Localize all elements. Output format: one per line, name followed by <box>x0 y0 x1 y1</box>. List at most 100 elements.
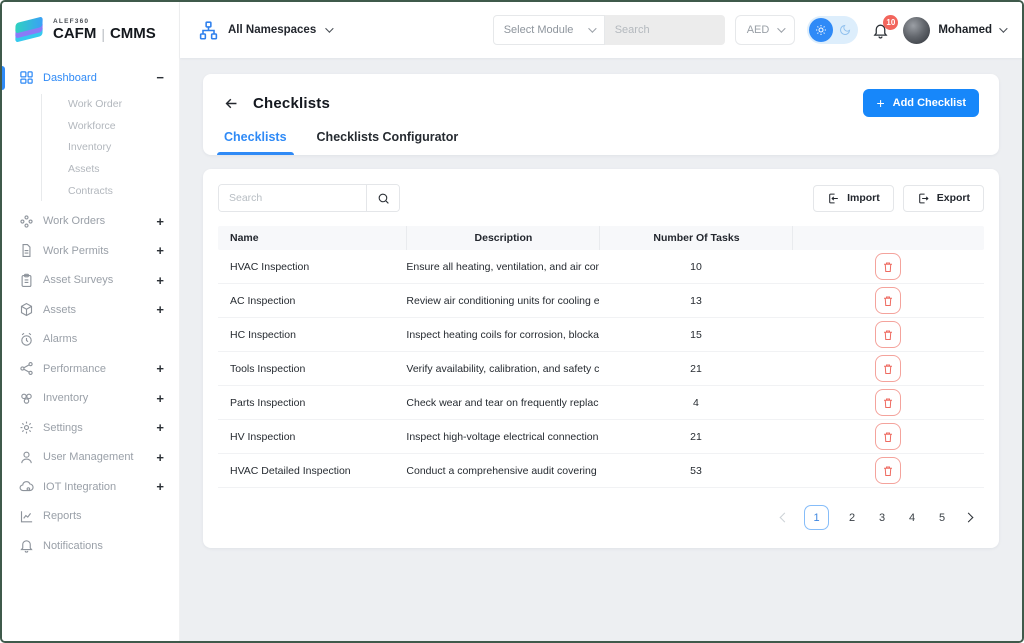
column-header-actions <box>792 226 984 250</box>
delete-button[interactable] <box>875 423 901 450</box>
sidebar-item-label: IOT Integration <box>43 481 156 493</box>
page-number-3[interactable]: 3 <box>875 512 889 524</box>
expand-icon[interactable]: + <box>156 450 164 465</box>
sidebar-item-inventory[interactable]: Inventory + <box>2 383 179 413</box>
app-window: ALEF360 CAFM | CMMS Dashboard − Work Ord… <box>0 0 1024 643</box>
table-body: HVAC InspectionEnsure all heating, venti… <box>218 250 984 488</box>
user-name: Mohamed <box>938 24 992 36</box>
sidebar-item-assets[interactable]: Assets + <box>2 295 179 325</box>
chevron-down-icon <box>325 24 333 32</box>
table-toolbar: Import Export <box>218 184 984 212</box>
sidebar-item-settings[interactable]: Settings + <box>2 413 179 443</box>
sidebar-item-dashboard[interactable]: Dashboard − <box>2 63 179 93</box>
notification-count-badge: 10 <box>883 15 898 30</box>
expand-icon[interactable]: + <box>156 273 164 288</box>
dashboard-submenu: Work Order Workforce Inventory Assets Co… <box>41 94 179 202</box>
sidebar-subitem-inventory[interactable]: Inventory <box>42 137 179 159</box>
sidebar-item-asset-surveys[interactable]: Asset Surveys + <box>2 265 179 295</box>
cell-number-of-tasks: 10 <box>599 261 792 273</box>
sidebar-subitem-assets[interactable]: Assets <box>42 158 179 180</box>
assets-icon <box>18 302 34 318</box>
sidebar-item-reports[interactable]: Reports <box>2 501 179 531</box>
page-number-5[interactable]: 5 <box>935 512 949 524</box>
expand-icon[interactable]: + <box>156 361 164 376</box>
back-button[interactable] <box>223 95 240 112</box>
brand-divider: | <box>101 26 105 42</box>
delete-button[interactable] <box>875 389 901 416</box>
cell-actions <box>792 355 984 382</box>
delete-button[interactable] <box>875 253 901 280</box>
expand-icon[interactable]: + <box>156 479 164 494</box>
table-row[interactable]: AC InspectionReview air conditioning uni… <box>218 284 984 318</box>
delete-button[interactable] <box>875 321 901 348</box>
brand-logo[interactable]: ALEF360 CAFM | CMMS <box>2 2 179 58</box>
user-menu[interactable]: Mohamed <box>938 24 1005 36</box>
search-button[interactable] <box>366 185 399 211</box>
tab-checklists[interactable]: Checklists <box>224 130 287 155</box>
table-search-input[interactable] <box>219 185 366 211</box>
delete-button[interactable] <box>875 287 901 314</box>
cell-actions <box>792 287 984 314</box>
table-row[interactable]: Parts InspectionCheck wear and tear on f… <box>218 386 984 420</box>
sidebar-item-label: User Management <box>43 451 156 463</box>
tab-checklists-configurator[interactable]: Checklists Configurator <box>317 130 459 155</box>
cell-description: Verify availability, calibration, and sa… <box>406 363 599 375</box>
page-number-2[interactable]: 2 <box>845 512 859 524</box>
delete-button[interactable] <box>875 457 901 484</box>
table-row[interactable]: HC InspectionInspect heating coils for c… <box>218 318 984 352</box>
user-icon <box>18 449 34 465</box>
global-search-input[interactable] <box>605 15 725 45</box>
cell-actions <box>792 253 984 280</box>
next-page-button[interactable] <box>965 514 972 521</box>
sidebar-subitem-contracts[interactable]: Contracts <box>42 180 179 202</box>
work-permits-icon <box>18 243 34 259</box>
sidebar-item-label: Assets <box>43 304 156 316</box>
sidebar-item-notifications[interactable]: Notifications <box>2 531 179 561</box>
sidebar-item-iot-integration[interactable]: IOT Integration + <box>2 472 179 502</box>
collapse-icon[interactable]: − <box>156 70 164 85</box>
column-header-number-of-tasks: Number Of Tasks <box>599 226 792 250</box>
sidebar-item-work-orders[interactable]: Work Orders + <box>2 206 179 236</box>
expand-icon[interactable]: + <box>156 214 164 229</box>
dark-mode-button[interactable] <box>834 19 856 41</box>
module-select[interactable]: Select Module <box>493 15 605 45</box>
table-row[interactable]: HVAC Detailed InspectionConduct a compre… <box>218 454 984 488</box>
currency-select[interactable]: AED <box>735 15 796 45</box>
sidebar-subitem-work-order[interactable]: Work Order <box>42 94 179 116</box>
table-row[interactable]: HV InspectionInspect high-voltage electr… <box>218 420 984 454</box>
sidebar-item-label: Work Permits <box>43 245 156 257</box>
brand-cafm: CAFM <box>53 25 96 42</box>
cell-number-of-tasks: 13 <box>599 295 792 307</box>
light-mode-button[interactable] <box>809 18 833 42</box>
export-button[interactable]: Export <box>903 185 984 212</box>
trash-icon <box>882 465 894 477</box>
brand-text: ALEF360 CAFM | CMMS <box>53 18 156 42</box>
sidebar-item-performance[interactable]: Performance + <box>2 354 179 384</box>
sidebar-item-alarms[interactable]: Alarms <box>2 324 179 354</box>
previous-page-button[interactable] <box>781 514 788 521</box>
import-button[interactable]: Import <box>813 185 894 212</box>
table-row[interactable]: HVAC InspectionEnsure all heating, venti… <box>218 250 984 284</box>
page-number-4[interactable]: 4 <box>905 512 919 524</box>
expand-icon[interactable]: + <box>156 302 164 317</box>
expand-icon[interactable]: + <box>156 391 164 406</box>
namespace-selector[interactable]: All Namespaces <box>198 20 331 41</box>
user-avatar[interactable] <box>903 17 930 44</box>
delete-button[interactable] <box>875 355 901 382</box>
notifications-button[interactable]: 10 <box>872 22 889 39</box>
table-row[interactable]: Tools InspectionVerify availability, cal… <box>218 352 984 386</box>
cell-number-of-tasks: 21 <box>599 431 792 443</box>
add-checklist-button[interactable]: + Add Checklist <box>863 89 979 117</box>
expand-icon[interactable]: + <box>156 243 164 258</box>
sidebar-item-label: Asset Surveys <box>43 274 156 286</box>
work-orders-icon <box>18 213 34 229</box>
sidebar-subitem-workforce[interactable]: Workforce <box>42 115 179 137</box>
sidebar-item-label: Alarms <box>43 333 164 345</box>
sidebar-item-work-permits[interactable]: Work Permits + <box>2 236 179 266</box>
cell-number-of-tasks: 15 <box>599 329 792 341</box>
cell-description: Inspect high-voltage electrical connecti… <box>406 431 599 443</box>
column-header-name: Name <box>218 226 406 250</box>
expand-icon[interactable]: + <box>156 420 164 435</box>
page-number-1[interactable]: 1 <box>804 505 829 530</box>
sidebar-item-user-management[interactable]: User Management + <box>2 442 179 472</box>
